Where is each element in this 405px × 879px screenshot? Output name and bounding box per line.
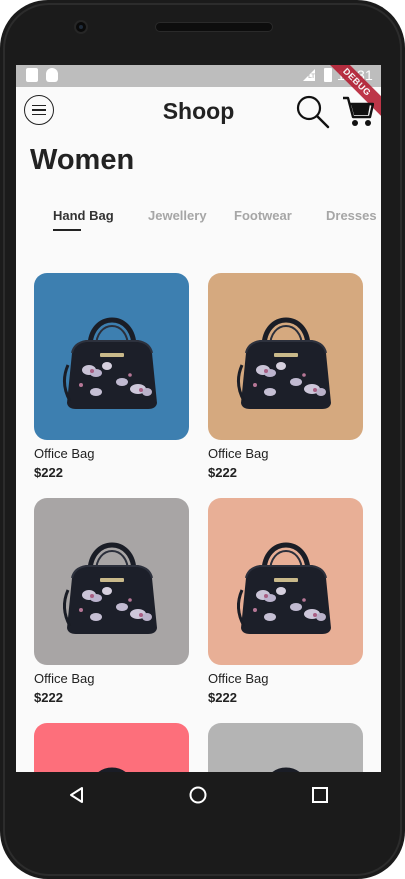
app-screen: LTE 12:31 DEBUG Shoop Women Hand B (16, 65, 381, 772)
tab-jewellery[interactable]: Jewellery (148, 208, 207, 223)
handbag-illustration (63, 317, 157, 409)
android-icon (46, 68, 58, 82)
status-bar: LTE 12:31 DEBUG (16, 65, 381, 123)
tab-hand-bag[interactable]: Hand Bag (53, 208, 114, 223)
recents-icon (312, 787, 329, 803)
handbag-illustration (63, 542, 157, 634)
product-price: $222 (34, 690, 63, 705)
handbag-illustration (237, 317, 331, 409)
handbag-illustration (272, 767, 300, 772)
product-image[interactable] (34, 723, 189, 772)
handbag-illustration (237, 542, 331, 634)
cart-button[interactable] (342, 93, 375, 129)
system-nav-bar (16, 772, 381, 818)
product-name: Office Bag (34, 446, 95, 461)
product-image[interactable] (34, 273, 189, 440)
product-card[interactable]: Office Bag $222 (208, 498, 363, 705)
product-card[interactable] (208, 723, 363, 772)
product-price: $222 (34, 465, 63, 480)
search-button[interactable] (295, 94, 331, 130)
product-price: $222 (208, 690, 237, 705)
product-image[interactable] (208, 498, 363, 665)
product-image[interactable] (208, 273, 363, 440)
search-icon (296, 95, 330, 129)
product-image[interactable] (34, 498, 189, 665)
cart-icon (343, 96, 375, 126)
page-heading: Women (30, 144, 135, 176)
product-name: Office Bag (208, 446, 269, 461)
recents-button[interactable] (300, 775, 340, 815)
product-name: Office Bag (34, 671, 95, 686)
network-type: LTE (308, 74, 319, 80)
back-button[interactable] (57, 775, 97, 815)
active-tab-indicator (53, 229, 81, 231)
category-tabs: Hand Bag Jewellery Footwear Dresses (53, 208, 381, 238)
product-card[interactable]: Office Bag $222 (34, 273, 189, 480)
product-card[interactable] (34, 723, 189, 772)
earpiece-speaker (155, 22, 273, 32)
product-card[interactable]: Office Bag $222 (208, 273, 363, 480)
tab-dresses[interactable]: Dresses (326, 208, 377, 223)
handbag-illustration (98, 767, 126, 772)
tab-footwear[interactable]: Footwear (234, 208, 292, 223)
product-name: Office Bag (208, 671, 269, 686)
front-camera (74, 20, 88, 34)
sd-card-icon (26, 68, 38, 82)
product-card[interactable]: Office Bag $222 (34, 498, 189, 705)
home-button[interactable] (178, 775, 218, 815)
back-icon (69, 787, 83, 803)
home-icon (189, 786, 207, 804)
product-image[interactable] (208, 723, 363, 772)
battery-icon (323, 68, 332, 82)
product-price: $222 (208, 465, 237, 480)
app-bar: Shoop (16, 87, 381, 137)
